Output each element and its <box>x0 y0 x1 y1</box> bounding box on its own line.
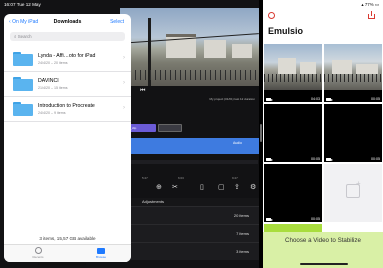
chevron-right-icon: › <box>123 105 125 111</box>
timeline-ruler: 5:27 6:03 9:27 <box>120 176 259 181</box>
video-duration: 00:05 <box>371 97 380 101</box>
app-title: Emulsio <box>268 26 304 36</box>
settings-icon[interactable] <box>268 12 275 19</box>
preview-roof <box>166 34 196 37</box>
video-thumbnail[interactable]: 00:05 <box>324 44 382 102</box>
add-video-button[interactable]: + <box>324 164 382 222</box>
asset-row[interactable]: 7 items <box>120 224 259 242</box>
search-field[interactable]: ⌕ Search <box>10 32 125 41</box>
status-bar: 16:07 Tue 12 May ▴ 77% ▭ <box>0 0 383 9</box>
asset-row[interactable]: 3 items <box>120 242 259 260</box>
tab-browse[interactable]: Browse <box>86 247 116 259</box>
chevron-right-icon: › <box>123 55 125 61</box>
folder-icon <box>13 102 33 116</box>
chevron-right-icon: › <box>123 80 125 86</box>
choose-video-label: Choose a Video to Stabilize <box>285 237 361 244</box>
ruler-tick: 6:03 <box>178 176 184 180</box>
files-picker: ‹ On My iPad Downloads Select ⌕ Search L… <box>4 14 131 262</box>
preview-building <box>232 44 252 58</box>
status-battery: ▴ 77% ▭ <box>361 2 379 7</box>
timeline-clip-empty[interactable] <box>158 124 182 132</box>
video-duration: 00:05 <box>311 157 320 161</box>
asset-section-header: Adjustments <box>120 198 259 206</box>
video-camera-icon <box>326 158 333 161</box>
search-placeholder: Search <box>17 34 32 39</box>
search-icon: ⌕ <box>14 34 17 39</box>
playback-controls: ⏮ <box>120 86 259 96</box>
video-preview[interactable] <box>120 8 259 86</box>
add-clip-icon[interactable]: ⊕ <box>156 184 162 192</box>
video-thumbnail[interactable]: 04:03 <box>264 44 322 102</box>
split-view-divider[interactable] <box>259 0 263 268</box>
editor-toolbar: ⊕ ✂ ▯ ▢ ⇪ ⚙ <box>120 183 259 193</box>
folder-row[interactable]: DAVINCI 21/4/20 – 15 items › <box>4 72 131 97</box>
folder-meta: 24/4/20 – 9 items <box>38 111 66 115</box>
folder-meta: 21/4/20 – 15 items <box>38 86 68 90</box>
asset-count: 3 items <box>236 249 249 254</box>
video-camera-icon <box>266 218 273 221</box>
track-label: Audio <box>233 141 242 145</box>
clock-icon <box>34 247 42 254</box>
video-camera-icon <box>326 98 333 101</box>
home-indicator[interactable] <box>300 263 348 265</box>
preview-fence <box>120 70 259 80</box>
video-camera-icon <box>266 98 273 101</box>
ruler-tick: 5:27 <box>142 176 148 180</box>
share-icon[interactable]: ⇪ <box>234 184 240 192</box>
folder-icon <box>97 248 105 254</box>
video-duration: 00:05 <box>371 157 380 161</box>
home-indicator[interactable] <box>38 263 86 265</box>
project-info: My project (01/01) last 12 duration <box>209 97 255 101</box>
preview-building <box>204 40 226 58</box>
status-time: 16:07 Tue 12 May <box>4 2 41 7</box>
scissors-icon[interactable]: ✂ <box>172 184 178 192</box>
video-thumbnail[interactable]: 00:05 <box>264 104 322 162</box>
video-thumbnail[interactable]: 00:05 <box>264 164 322 222</box>
copy-icon[interactable]: ▢ <box>218 184 225 192</box>
editor-asset-list: Adjustments 20 items 7 items 3 items <box>120 198 259 260</box>
tab-recents[interactable]: Recents <box>23 247 53 259</box>
folder-name: Lynda - Affi…oto for iPad <box>38 53 96 59</box>
files-tab-bar: Recents Browse <box>4 244 131 262</box>
export-icon[interactable] <box>368 11 375 19</box>
select-button[interactable]: Select <box>110 19 124 25</box>
folder-meta: 24/4/20 – 20 items <box>38 61 68 65</box>
skip-back-icon[interactable]: ⏮ <box>140 88 147 95</box>
asset-count: 7 items <box>236 231 249 236</box>
folder-name: DAVINCI <box>38 78 59 84</box>
video-duration: 04:03 <box>311 97 320 101</box>
folder-icon <box>13 77 33 91</box>
asset-row[interactable]: 20 items <box>120 206 259 224</box>
files-header: ‹ On My iPad Downloads Select <box>4 14 131 28</box>
storage-summary: 3 items, 15,57 GB available <box>39 236 96 241</box>
add-photo-icon: + <box>346 180 361 198</box>
folder-list: Lynda - Affi…oto for iPad 24/4/20 – 20 i… <box>4 47 131 122</box>
timeline-track[interactable] <box>124 160 258 164</box>
folder-row[interactable]: Introduction to Procreate 24/4/20 – 9 it… <box>4 97 131 122</box>
trash-icon[interactable]: ▯ <box>200 184 204 192</box>
thumbnail-image <box>264 44 322 90</box>
ruler-tick: 9:27 <box>232 176 238 180</box>
thumbnail-image <box>324 44 382 90</box>
video-camera-icon <box>266 158 273 161</box>
folder-row[interactable]: Lynda - Affi…oto for iPad 24/4/20 – 20 i… <box>4 47 131 72</box>
asset-count: 20 items <box>233 213 249 218</box>
video-duration: 00:05 <box>311 217 320 221</box>
emulsio-app: Emulsio 04:03 00:05 00:05 00:05 00:05 + … <box>263 0 383 268</box>
divider-handle[interactable] <box>260 124 262 142</box>
folder-icon <box>13 52 33 66</box>
folder-name: Introduction to Procreate <box>38 103 95 109</box>
video-thumbnail[interactable]: 00:05 <box>324 104 382 162</box>
settings-icon[interactable]: ⚙ <box>250 184 256 192</box>
